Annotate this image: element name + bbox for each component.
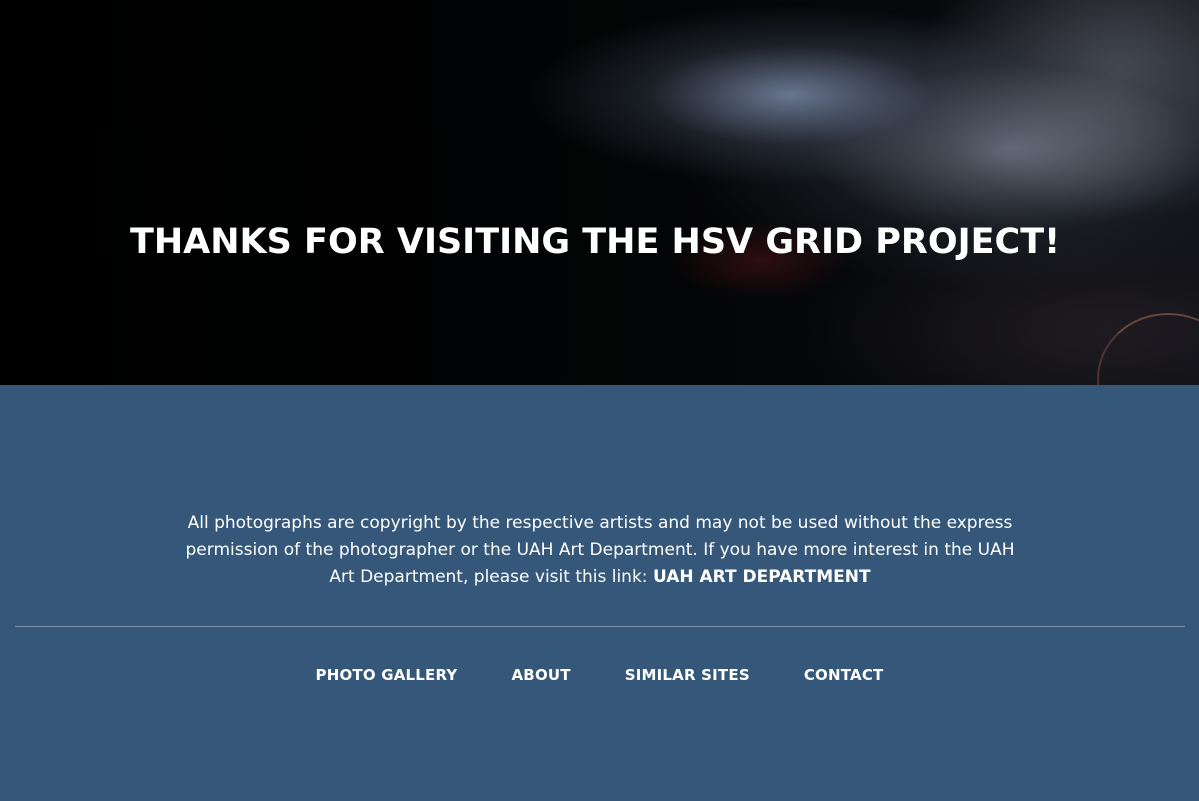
uah-art-department-link[interactable]: UAH ART DEPARTMENT	[653, 567, 871, 587]
nav-photo-gallery[interactable]: PHOTO GALLERY	[289, 666, 485, 684]
nav-similar-sites[interactable]: SIMILAR SITES	[598, 666, 777, 684]
hero-title: THANKS FOR VISITING THE HSV GRID PROJECT…	[130, 222, 1061, 262]
nav-about[interactable]: ABOUT	[485, 666, 598, 684]
copyright-text: All photographs are copyright by the res…	[185, 513, 1015, 587]
hero-background-photo	[0, 0, 1199, 385]
site-footer: All photographs are copyright by the res…	[0, 385, 1199, 801]
footer-divider	[15, 626, 1185, 627]
nav-contact[interactable]: CONTACT	[777, 666, 911, 684]
copyright-notice: All photographs are copyright by the res…	[185, 510, 1015, 591]
footer-nav: PHOTO GALLERY ABOUT SIMILAR SITES CONTAC…	[0, 666, 1199, 684]
hero-banner: THANKS FOR VISITING THE HSV GRID PROJECT…	[0, 0, 1199, 385]
